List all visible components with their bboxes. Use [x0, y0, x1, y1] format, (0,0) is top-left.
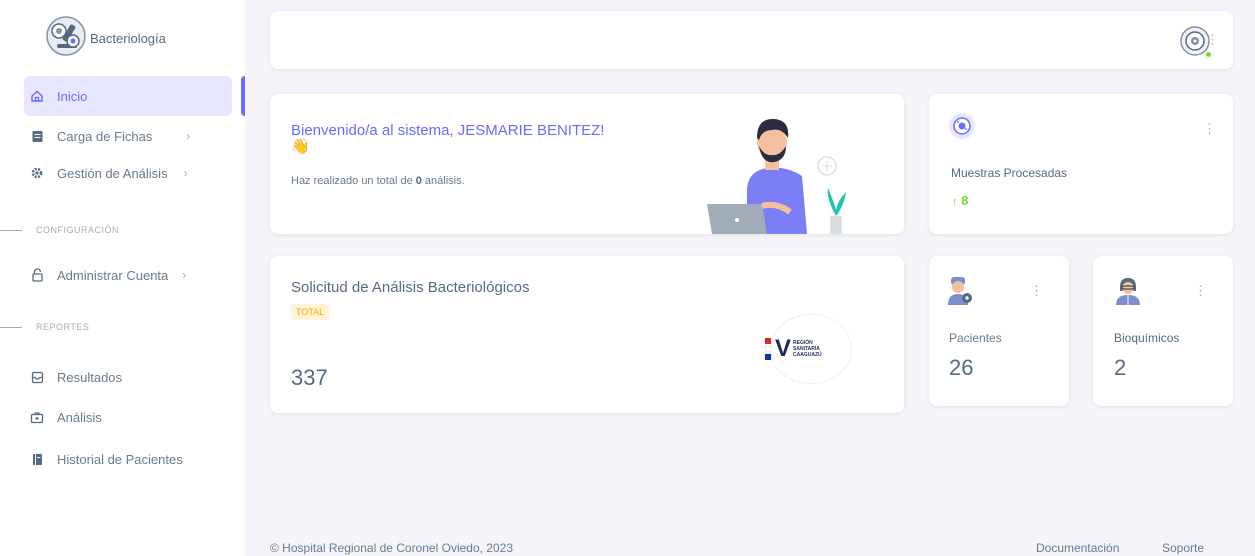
footer-copyright: © Hospital Regional de Coronel Oviedo, 2…: [270, 541, 513, 555]
menu-header-reports: REPORTES: [0, 322, 89, 332]
chevron-right-icon: ›: [186, 129, 191, 143]
file-icon: [29, 128, 45, 144]
arrow-up-icon: ↑: [952, 196, 958, 208]
sidebar-item-resultados[interactable]: Resultados: [24, 357, 232, 397]
sidebar-item-administrar-cuenta[interactable]: Administrar Cuenta ›: [24, 255, 232, 295]
more-options-icon[interactable]: ⋮: [1030, 284, 1043, 297]
muestras-label: Muestras Procesadas: [951, 166, 1068, 180]
welcome-title: Bienvenido/a al sistema, JESMARIE BENITE…: [291, 122, 605, 155]
inbox-icon: [29, 369, 45, 385]
man-with-laptop-illustration: [707, 118, 846, 234]
book-icon: [29, 451, 45, 467]
chevron-right-icon: ›: [183, 166, 188, 180]
briefcase-icon: [29, 409, 45, 425]
welcome-card: Bienvenido/a al sistema, JESMARIE BENITE…: [270, 94, 904, 234]
sidebar-item-label: Historial de Pacientes: [57, 451, 183, 467]
pacientes-label: Pacientes: [949, 331, 1002, 345]
muestras-trend: ↑ 8: [952, 193, 968, 208]
sidebar-item-label: Análisis: [57, 409, 102, 425]
support-link[interactable]: Soporte: [1162, 541, 1204, 555]
brand-name: Bacteriología: [90, 30, 166, 46]
welcome-subtitle: Haz realizado un total de 0 análisis.: [291, 175, 465, 187]
documentation-link[interactable]: Documentación: [1036, 541, 1119, 555]
more-options-icon[interactable]: ⋮: [1194, 284, 1207, 297]
top-navbar: ⋮: [270, 11, 1233, 69]
muestras-value: 8: [961, 193, 969, 208]
sidebar: Bacteriología Inicio Carga de Fichas › G…: [0, 0, 245, 556]
more-options-icon[interactable]: ⋮: [1203, 122, 1216, 135]
pacientes-card: ⋮ Pacientes 26: [929, 256, 1069, 406]
pacientes-value: 26: [949, 355, 974, 380]
muestras-card: ⋮ Muestras Procesadas ↑ 8: [929, 94, 1233, 234]
user-menu-icon[interactable]: ⋮: [1206, 33, 1219, 46]
bioquimicos-value: 2: [1114, 355, 1127, 380]
gear-icon: [29, 165, 45, 181]
bioquimicos-label: Bioquímicos: [1114, 331, 1180, 345]
total-badge: TOTAL: [291, 304, 330, 320]
sidebar-item-gestion-analisis[interactable]: Gestión de Análisis ›: [24, 153, 232, 193]
online-status-dot: [1205, 51, 1212, 58]
lock-icon: [29, 267, 45, 283]
bioquimicos-card: ⋮ Bioquímicos 2: [1093, 256, 1233, 406]
sidebar-item-label: Gestión de Análisis: [57, 165, 168, 181]
active-indicator: [241, 76, 245, 116]
microscope-logo-icon: [46, 16, 86, 56]
solicitud-title: Solicitud de Análisis Bacteriológicos: [291, 279, 530, 296]
sidebar-item-carga-fichas[interactable]: Carga de Fichas ›: [24, 116, 232, 156]
microscope-icon: [949, 113, 975, 139]
region-sanitaria-logo: V REGIÓN SANITARIA CAAGUAZÚ: [765, 314, 855, 384]
sidebar-item-inicio[interactable]: Inicio: [24, 76, 232, 116]
sidebar-item-analisis[interactable]: Análisis: [24, 397, 232, 437]
sidebar-item-label: Inicio: [57, 88, 88, 104]
sidebar-item-label: Resultados: [57, 369, 123, 385]
logo-mark: V: [775, 335, 792, 362]
sidebar-item-label: Administrar Cuenta: [57, 267, 169, 283]
sidebar-item-historial-pacientes[interactable]: Historial de Pacientes: [24, 439, 232, 479]
patient-icon: [948, 277, 972, 305]
home-icon: [29, 88, 45, 104]
menu-header-config: CONFIGURACIÓN: [0, 225, 119, 235]
chevron-right-icon: ›: [182, 268, 187, 282]
flag-stripes-icon: [765, 338, 772, 360]
brand[interactable]: Bacteriología: [44, 14, 166, 58]
wave-emoji: 👋: [291, 138, 310, 155]
logo-text: REGIÓN SANITARIA CAAGUAZÚ: [793, 340, 822, 358]
biochemist-icon: [1116, 278, 1140, 305]
solicitud-card: Solicitud de Análisis Bacteriológicos TO…: [270, 256, 904, 413]
sidebar-item-label: Carga de Fichas: [57, 128, 153, 144]
solicitud-total-value: 337: [291, 365, 328, 390]
